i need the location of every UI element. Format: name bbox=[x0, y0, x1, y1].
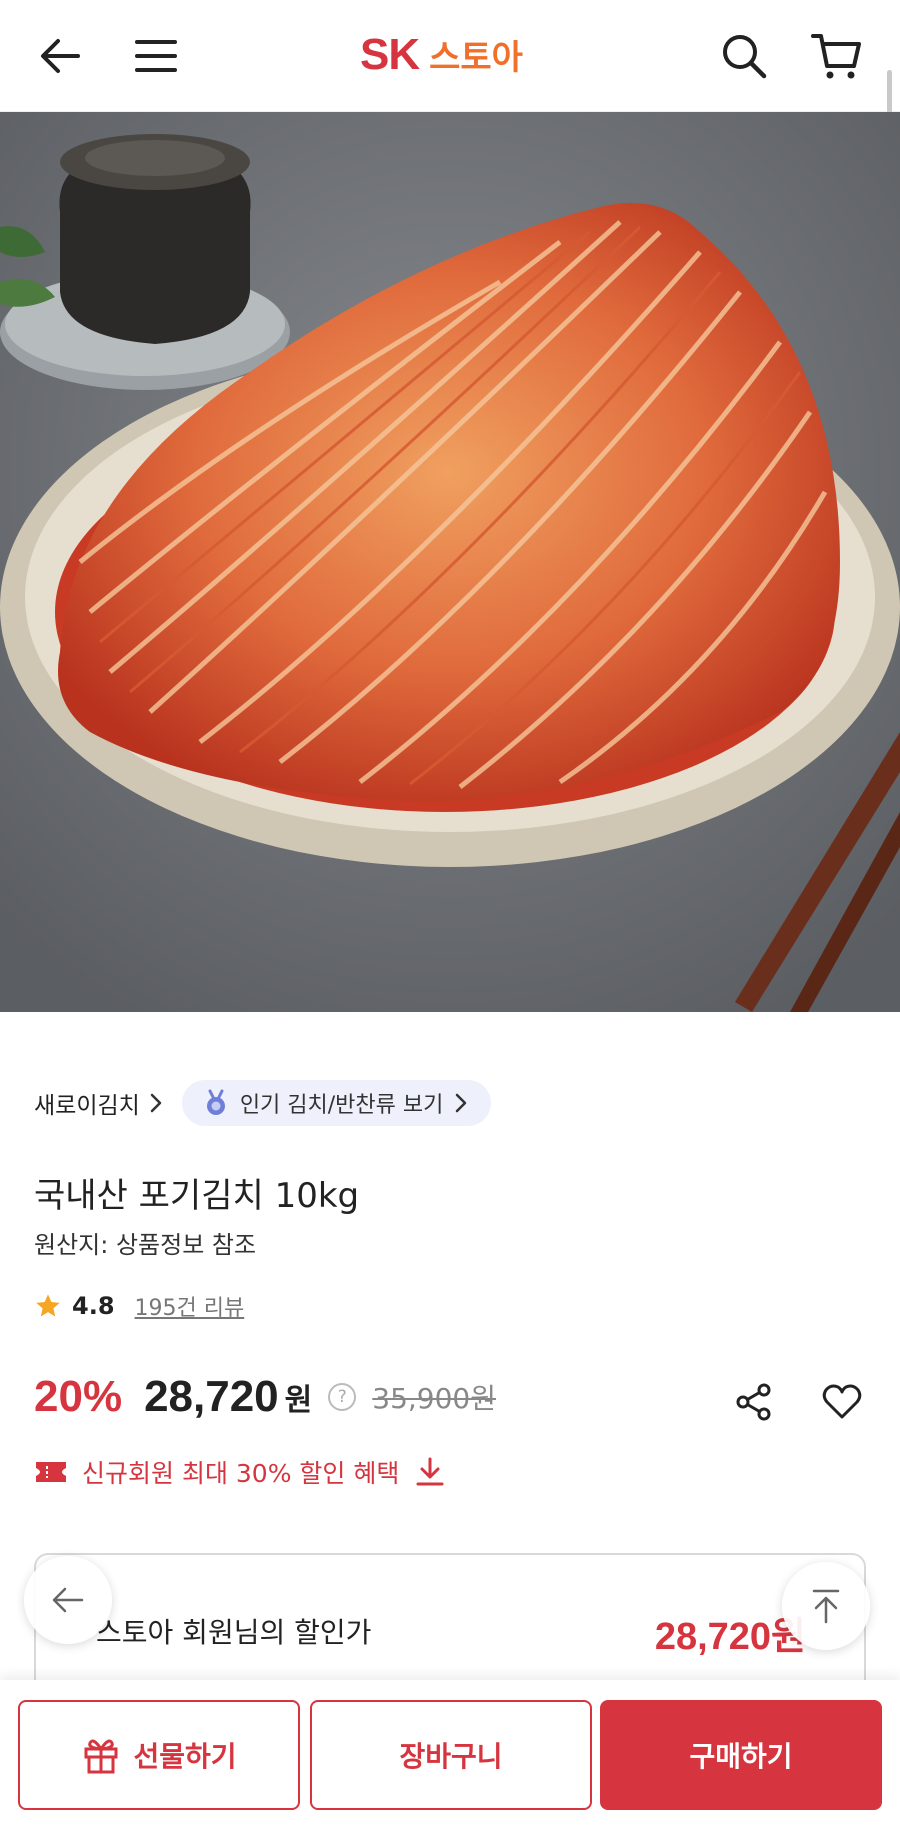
share-icon bbox=[736, 1383, 771, 1421]
scroll-top-button[interactable] bbox=[782, 1562, 870, 1650]
search-icon bbox=[723, 35, 767, 79]
search-button[interactable] bbox=[714, 26, 774, 86]
logo-store-text: 스토아 bbox=[429, 38, 523, 78]
app-header: SK 스토아 bbox=[0, 0, 900, 112]
medal-icon bbox=[206, 1089, 225, 1115]
product-title: 국내산 포기김치 10kg bbox=[34, 1176, 360, 1216]
prev-button[interactable] bbox=[24, 1556, 112, 1644]
back-arrow-icon bbox=[41, 39, 80, 73]
breadcrumb-category[interactable]: 새로이김치 bbox=[34, 1086, 164, 1120]
logo-sk-text: SK bbox=[360, 30, 420, 79]
product-origin: 원산지: 상품정보 참조 bbox=[34, 1231, 257, 1259]
cart-button[interactable] bbox=[806, 26, 866, 86]
original-price: 35,900원 bbox=[372, 1382, 496, 1415]
cart-button-label: 장바구니 bbox=[399, 1740, 503, 1773]
coupon-text: 신규회원 최대 30% 할인 혜택 bbox=[82, 1459, 400, 1488]
back-arrow-icon bbox=[52, 1587, 84, 1613]
rating-value: 4.8 bbox=[72, 1292, 115, 1320]
popular-category-chip[interactable]: 인기 김치/반찬류 보기 bbox=[181, 1080, 492, 1126]
wishlist-button[interactable] bbox=[814, 1374, 870, 1430]
download-icon bbox=[416, 1457, 444, 1486]
discount-rate: 20% bbox=[34, 1372, 123, 1421]
back-button[interactable] bbox=[30, 26, 90, 86]
heart-icon bbox=[822, 1384, 862, 1419]
review-count-link[interactable]: 195건 리뷰 bbox=[135, 1290, 245, 1322]
price-unit: 원 bbox=[284, 1383, 313, 1418]
add-to-cart-button[interactable]: 장바구니 bbox=[310, 1700, 592, 1810]
breadcrumb-category-label: 새로이김치 bbox=[34, 1093, 140, 1119]
rating-row: 4.8 195건 리뷰 bbox=[34, 1290, 244, 1322]
price-help-icon[interactable]: ? bbox=[328, 1383, 357, 1411]
menu-icon bbox=[135, 40, 177, 72]
star-icon bbox=[36, 1294, 60, 1317]
price-row: 20% 28,720 원 ? 35,900원 bbox=[34, 1372, 496, 1422]
bottom-action-bar: 선물하기 장바구니 구매하기 bbox=[0, 1680, 900, 1830]
coupon-row[interactable]: 신규회원 최대 30% 할인 혜택 bbox=[34, 1454, 447, 1490]
popular-chip-label: 인기 김치/반찬류 보기 bbox=[239, 1093, 444, 1118]
share-button[interactable] bbox=[726, 1374, 782, 1430]
gift-icon bbox=[84, 1739, 118, 1774]
sale-price: 28,720 bbox=[144, 1372, 279, 1421]
breadcrumb: 새로이김치 인기 김치/반찬류 보기 bbox=[34, 1080, 492, 1126]
buy-button-label: 구매하기 bbox=[689, 1740, 793, 1773]
member-price-label: 스토아 회원님의 할인가 bbox=[96, 1616, 372, 1649]
chevron-right-icon bbox=[150, 1093, 162, 1113]
chevron-right-icon bbox=[456, 1093, 467, 1113]
sk-stoa-logo[interactable]: SK 스토아 bbox=[360, 30, 523, 82]
scroll-to-top-icon bbox=[812, 1589, 840, 1624]
coupon-icon bbox=[36, 1462, 66, 1482]
cart-icon bbox=[811, 34, 861, 79]
product-image[interactable] bbox=[0, 112, 900, 1012]
menu-button[interactable] bbox=[126, 26, 186, 86]
gift-button[interactable]: 선물하기 bbox=[18, 1700, 300, 1810]
gift-button-label: 선물하기 bbox=[133, 1740, 237, 1773]
kimchi-photo bbox=[0, 112, 900, 1012]
buy-now-button[interactable]: 구매하기 bbox=[600, 1700, 882, 1810]
